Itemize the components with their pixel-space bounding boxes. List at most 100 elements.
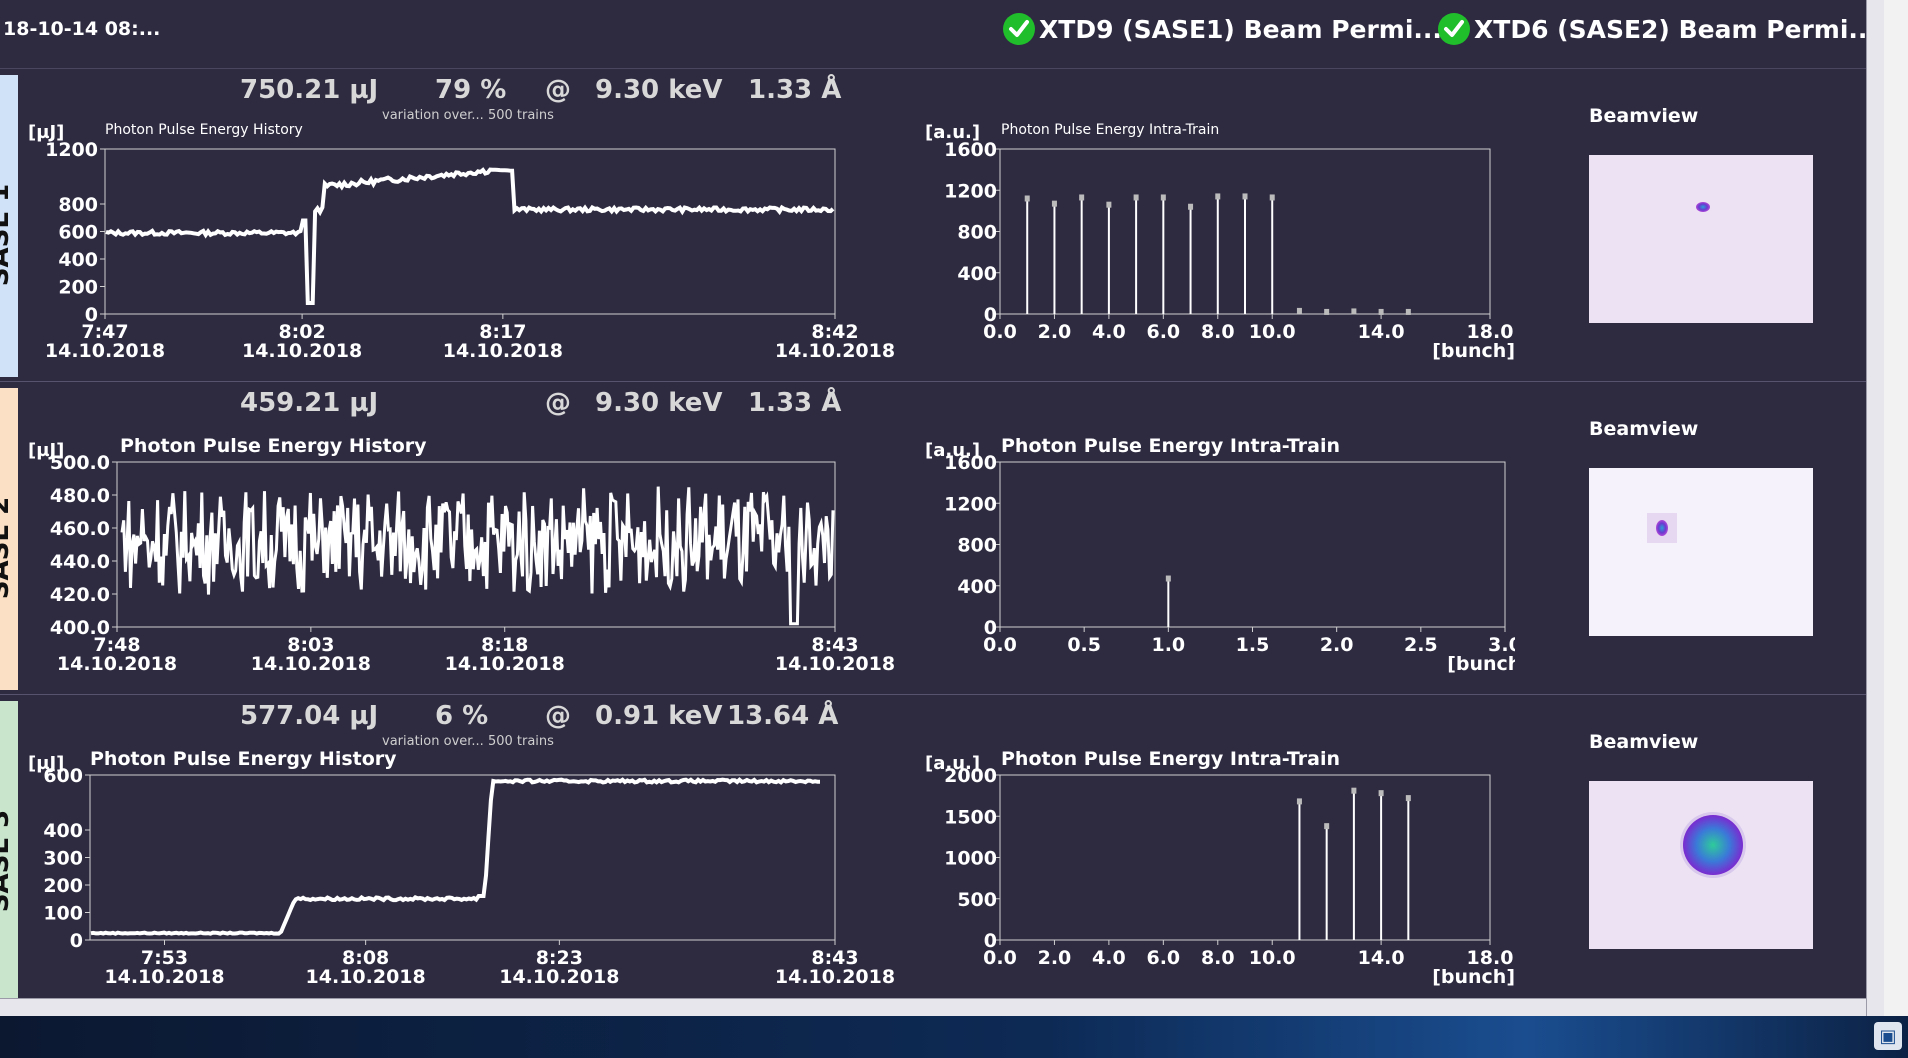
intra-ytick-label: 1200 (944, 493, 997, 515)
readout-wavelength: 13.64 Å (727, 701, 839, 731)
history-trace (120, 486, 835, 626)
readout-energy: 750.21 µJ (240, 75, 379, 105)
readout-energy: 459.21 µJ (240, 388, 379, 418)
sase-row: SASE 1750.21 µJ79 %@9.30 keV1.33 Åvariat… (0, 69, 1866, 382)
history-ytick-label: 100 (43, 903, 83, 925)
intra-xtick-label: 0.0 (983, 321, 1017, 343)
intra-marker (1296, 307, 1302, 314)
beamview-image[interactable] (1589, 781, 1813, 949)
intra-xtick-label: 0.0 (983, 634, 1017, 656)
intra-xtick-label: 8.0 (1201, 321, 1235, 343)
permit-sase2[interactable]: XTD6 (SASE2) Beam Permi... (1438, 12, 1877, 46)
beamview-image[interactable] (1589, 155, 1813, 323)
readout-wavelength: 1.33 Å (748, 388, 842, 418)
beamview-image[interactable] (1589, 468, 1813, 636)
window-edge (1884, 0, 1908, 1016)
sase-name: SASE 1 (0, 184, 16, 287)
intra-train-chart: Photon Pulse Energy Intra-Train[a.u.]040… (925, 435, 1515, 675)
readout-energy: 577.04 µJ (240, 701, 379, 731)
history-xtick-date: 14.10.2018 (45, 340, 165, 362)
check-icon (1003, 13, 1035, 45)
permit-label: XTD9 (SASE1) Beam Permi... (1039, 14, 1442, 44)
horizontal-scrollbar[interactable] (0, 998, 1866, 1017)
history-title: Photon Pulse Energy History (105, 122, 303, 138)
sase-row: SASE 2 459.21 µJ @9.30 keV 1.33 Å Photon Pul… (0, 382, 1866, 695)
history-ytick-label: 300 (43, 848, 83, 870)
check-icon (1438, 13, 1470, 45)
history-trace (90, 777, 820, 936)
history-ytick-label: 0 (70, 930, 83, 952)
intra-xtick-label: 10.0 (1249, 321, 1296, 343)
intra-marker (1242, 193, 1248, 200)
intra-xtick-label: 6.0 (1146, 947, 1180, 969)
history-frame (89, 774, 836, 941)
intra-ytick-label: 500 (957, 889, 997, 911)
timestamp: 18-10-14 08:... (3, 18, 161, 40)
history-title: Photon Pulse Energy History (120, 435, 427, 457)
history-ytick-label: 1200 (45, 139, 98, 161)
intra-marker (1165, 575, 1171, 582)
history-xtick-date: 14.10.2018 (445, 653, 565, 675)
intra-marker (1133, 194, 1139, 201)
intra-xtick-label: 6.0 (1146, 321, 1180, 343)
intra-marker (1215, 193, 1221, 200)
history-ytick-label: 400 (43, 820, 83, 842)
beamview-title: Beamview (1589, 731, 1699, 753)
intra-marker (1051, 200, 1057, 207)
history-ytick-label: 480.0 (50, 485, 110, 507)
intra-xtick-label: 0.5 (1067, 634, 1101, 656)
intra-train-chart: Photon Pulse Energy Intra-Train[a.u.]050… (925, 748, 1515, 988)
intra-ytick-label: 800 (957, 535, 997, 557)
intra-xtick-label: 10.0 (1249, 947, 1296, 969)
history-xtick-date: 14.10.2018 (443, 340, 563, 362)
readout-percent: 6 % (435, 701, 489, 731)
sase-color-bar: SASE 2 (0, 388, 18, 690)
intra-ytick-label: 1600 (944, 452, 997, 474)
taskbar: ▣ (0, 1016, 1908, 1058)
history-ytick-label: 600 (43, 765, 83, 787)
beam-spot (1683, 815, 1743, 875)
history-xtick-date: 14.10.2018 (775, 653, 895, 675)
history-ytick-label: 460.0 (50, 518, 110, 540)
vertical-scrollbar[interactable] (1866, 0, 1885, 1016)
intra-xtick-label: 14.0 (1358, 321, 1405, 343)
intra-marker (1351, 787, 1357, 794)
readout-kev: 9.30 keV (595, 75, 723, 105)
intra-ytick-label: 1500 (944, 806, 997, 828)
top-bar: 18-10-14 08:... XTD9 (SASE1) Beam Permi.… (0, 0, 1877, 69)
readout-kev: 9.30 keV (595, 388, 723, 418)
history-xtick-date: 14.10.2018 (306, 966, 426, 988)
history-xtick-date: 14.10.2018 (104, 966, 224, 988)
intra-ytick-label: 1600 (944, 139, 997, 161)
intra-marker (1160, 194, 1166, 201)
readout-at: @ (545, 701, 571, 731)
intra-title: Photon Pulse Energy Intra-Train (1001, 435, 1340, 457)
beam-spot (1696, 202, 1710, 212)
intra-xtick-label: 4.0 (1092, 947, 1126, 969)
permit-sase1[interactable]: XTD9 (SASE1) Beam Permi... (1003, 12, 1442, 46)
beamview-background (1589, 155, 1813, 323)
history-ytick-label: 600 (58, 222, 98, 244)
intra-marker (1296, 798, 1302, 805)
history-chart: Photon Pulse Energy History[µJ]020040060… (28, 122, 895, 362)
beamview-title: Beamview (1589, 105, 1699, 127)
history-ytick-label: 440.0 (50, 551, 110, 573)
intra-xtick-label: 1.5 (1236, 634, 1270, 656)
intra-xtick-label: 2.0 (1320, 634, 1354, 656)
tray-app-icon[interactable]: ▣ (1874, 1022, 1902, 1050)
intra-marker (1324, 308, 1330, 315)
intra-ytick-label: 800 (957, 222, 997, 244)
intra-marker (1269, 194, 1275, 201)
intra-marker (1024, 195, 1030, 202)
intra-frame (999, 774, 1491, 941)
readout-kev: 0.91 keV (595, 701, 723, 731)
readout-wavelength: 1.33 Å (748, 75, 842, 105)
intra-ytick-label: 400 (957, 263, 997, 285)
intra-marker (1106, 201, 1112, 208)
intra-title: Photon Pulse Energy Intra-Train (1001, 122, 1219, 138)
beamview-background (1589, 468, 1813, 636)
intra-xtick-label: 2.0 (1038, 321, 1072, 343)
history-title: Photon Pulse Energy History (90, 748, 397, 770)
sase-name: SASE 2 (0, 497, 16, 600)
sase-side-label: SASE 1 (0, 175, 20, 295)
